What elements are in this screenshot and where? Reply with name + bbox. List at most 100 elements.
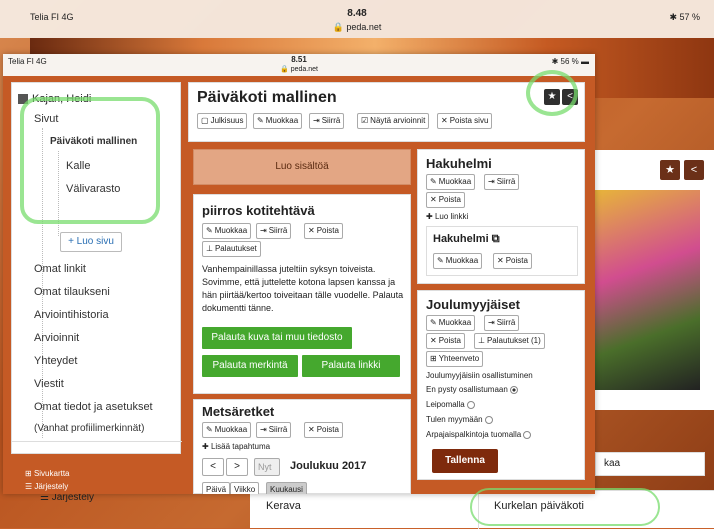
view-day-tab[interactable]: Päivä: [202, 482, 231, 494]
sidebar-item-contacts[interactable]: Yhteydet: [34, 355, 77, 367]
radio-icon[interactable]: [466, 400, 475, 409]
checkbox-icon: ☑: [361, 116, 369, 125]
sitemap-link[interactable]: ⊞ Sivukartta: [25, 469, 70, 478]
pencil-icon: ✎: [430, 177, 437, 186]
background-battery: ✱ 57 %: [669, 12, 700, 22]
move-page-button[interactable]: ⇥ Siirrä: [309, 113, 345, 129]
delete-page-button[interactable]: ✕ Poista sivu: [437, 113, 493, 129]
move-icon: ⇥: [260, 226, 267, 235]
background-time: 8.48: [347, 8, 367, 19]
submissions-icon: ⊥: [478, 336, 485, 345]
lock-icon: ▢: [201, 116, 209, 125]
status-bar: Telia FI 4G 8.51 🔒 peda.net ✱ 56 % ▬: [3, 54, 595, 76]
search-edit-button[interactable]: ✎ Muokkaa: [426, 174, 476, 190]
option-selling[interactable]: Tulen myymään: [426, 415, 493, 424]
submit-entry-button[interactable]: Palauta merkintä: [202, 355, 298, 377]
party-summary-button[interactable]: ⊞ Yhteenveto: [426, 351, 484, 367]
search-inner-card: Hakuhelmi ⧉ ✎ Muokkaa ✕ Poista: [426, 226, 578, 276]
edit-page-button[interactable]: ✎ Muokkaa: [253, 113, 303, 129]
homework-submissions-button[interactable]: ⊥ Palautukset: [202, 241, 261, 257]
pencil-icon: ✎: [206, 425, 213, 434]
search-delete-button[interactable]: ✕ Poista: [426, 192, 465, 208]
trips-card: Metsäretket ✎ Muokkaa ⇥ Siirrä ✕ Poista ✚ L…: [193, 399, 411, 494]
option-cannot-attend[interactable]: En pysty osallistumaan: [426, 385, 518, 394]
close-icon: ✕: [430, 195, 437, 204]
background-share-icon[interactable]: <: [684, 160, 704, 180]
sidebar-item-links[interactable]: Omat linkit: [34, 263, 86, 275]
move-icon: ⇥: [260, 425, 267, 434]
address-bar[interactable]: 🔒 peda.net: [3, 65, 595, 73]
plus-icon: ✚: [202, 442, 209, 451]
grid-icon: ⊞: [430, 354, 437, 363]
pencil-icon: ✎: [430, 318, 437, 327]
search-title: Hakuhelmi: [426, 156, 492, 171]
save-button[interactable]: Tallenna: [432, 449, 498, 473]
sidebar-item-assessment-history[interactable]: Arviointihistoria: [34, 309, 109, 321]
background-profile-photo: [595, 190, 700, 390]
next-month-button[interactable]: >: [226, 458, 248, 476]
green-annotation-kurkela: [470, 488, 660, 526]
homework-delete-button[interactable]: ✕ Poista: [304, 223, 343, 239]
search-inner-title[interactable]: Hakuhelmi ⧉: [433, 233, 500, 246]
trips-delete-button[interactable]: ✕ Poista: [304, 422, 343, 438]
option-prizes[interactable]: Arpajaispalkintoja tuomalla: [426, 430, 532, 439]
sidebar-item-assessments[interactable]: Arvioinnit: [34, 332, 79, 344]
party-question: Joulumyyjäisiin osallistuminen: [426, 371, 533, 380]
external-link-icon: ⧉: [491, 233, 500, 245]
homework-card: piirros kotitehtävä ✎ Muokkaa ⇥ Siirrä ✕ Po…: [193, 194, 411, 394]
party-move-button[interactable]: ⇥ Siirrä: [484, 315, 520, 331]
add-page-button[interactable]: + Luo sivu: [60, 232, 122, 252]
divider: [12, 441, 182, 442]
sidebar-item-messages[interactable]: Viestit: [34, 378, 64, 390]
search-move-button[interactable]: ⇥ Siirrä: [484, 174, 520, 190]
pencil-icon: ✎: [257, 116, 264, 125]
sidebar-item-old-profile[interactable]: (Vanhat profiilimerkinnät): [34, 423, 144, 434]
homework-move-button[interactable]: ⇥ Siirrä: [256, 223, 292, 239]
plus-icon: ✚: [426, 212, 433, 221]
radio-icon[interactable]: [484, 415, 493, 424]
create-link-button[interactable]: ✚ Luo linkki: [426, 212, 468, 221]
homework-description: Vanhempainillassa juteltiin syksyn toive…: [202, 264, 404, 313]
party-delete-button[interactable]: ✕ Poista: [426, 333, 465, 349]
pencil-icon: ✎: [206, 226, 213, 235]
arrange-link[interactable]: ☰ Järjestely: [25, 482, 68, 491]
show-assessments-button[interactable]: ☑ Näytä arvioinnit: [357, 113, 430, 129]
homework-title: piirros kotitehtävä: [202, 203, 315, 218]
sidebar-item-subscriptions[interactable]: Omat tilaukseni: [34, 286, 110, 298]
add-event-link[interactable]: ✚ Lisää tapahtuma: [202, 442, 270, 451]
party-edit-button[interactable]: ✎ Muokkaa: [426, 315, 476, 331]
upload-file-button[interactable]: Palauta kuva tai muu tiedosto: [202, 327, 352, 349]
search-card: Hakuhelmi ✎ Muokkaa ⇥ Siirrä ✕ Poista ✚ Luo…: [417, 149, 585, 284]
page-title: Päiväkoti mallinen: [197, 89, 337, 106]
party-card: Joulumyyjäiset ✎ Muokkaa ⇥ Siirrä ✕ Poista …: [417, 290, 585, 480]
close-icon: ✕: [430, 336, 437, 345]
homework-edit-button[interactable]: ✎ Muokkaa: [202, 223, 252, 239]
move-icon: ⇥: [313, 116, 320, 125]
close-icon: ✕: [308, 226, 315, 235]
submissions-icon: ⊥: [206, 244, 213, 253]
background-status-bar: Telia FI 4G 8.48 🔒 peda.net ✱ 57 %: [0, 0, 714, 38]
view-month-tab[interactable]: Kuukausi: [266, 482, 307, 494]
search-inner-delete-button[interactable]: ✕ Poista: [493, 253, 532, 269]
pencil-icon: ✎: [437, 256, 444, 265]
party-submissions-button[interactable]: ⊥ Palautukset (1): [474, 333, 545, 349]
view-week-tab[interactable]: Viikko: [230, 482, 260, 494]
search-inner-edit-button[interactable]: ✎ Muokkaa: [433, 253, 483, 269]
trips-edit-button[interactable]: ✎ Muokkaa: [202, 422, 252, 438]
visibility-button[interactable]: ▢ Julkisuus: [197, 113, 248, 129]
background-partial-cell: kaa: [595, 452, 705, 476]
create-content-button[interactable]: Luo sisältöä: [193, 149, 411, 185]
party-title: Joulumyyjäiset: [426, 297, 520, 312]
option-baking[interactable]: Leipomalla: [426, 400, 475, 409]
background-star-icon[interactable]: ★: [660, 160, 680, 180]
today-button[interactable]: Nyt: [254, 458, 280, 476]
submit-link-button[interactable]: Palauta linkki: [302, 355, 400, 377]
radio-icon[interactable]: [523, 430, 532, 439]
radio-selected-icon[interactable]: [509, 385, 518, 394]
previous-month-button[interactable]: <: [202, 458, 224, 476]
sidebar-item-settings[interactable]: Omat tiedot ja asetukset: [34, 401, 153, 413]
trips-move-button[interactable]: ⇥ Siirrä: [256, 422, 292, 438]
background-cell-kerava: Kerava: [266, 500, 301, 512]
battery-indicator: ✱ 56 % ▬: [551, 57, 589, 66]
green-annotation-sidebar: [20, 97, 160, 224]
